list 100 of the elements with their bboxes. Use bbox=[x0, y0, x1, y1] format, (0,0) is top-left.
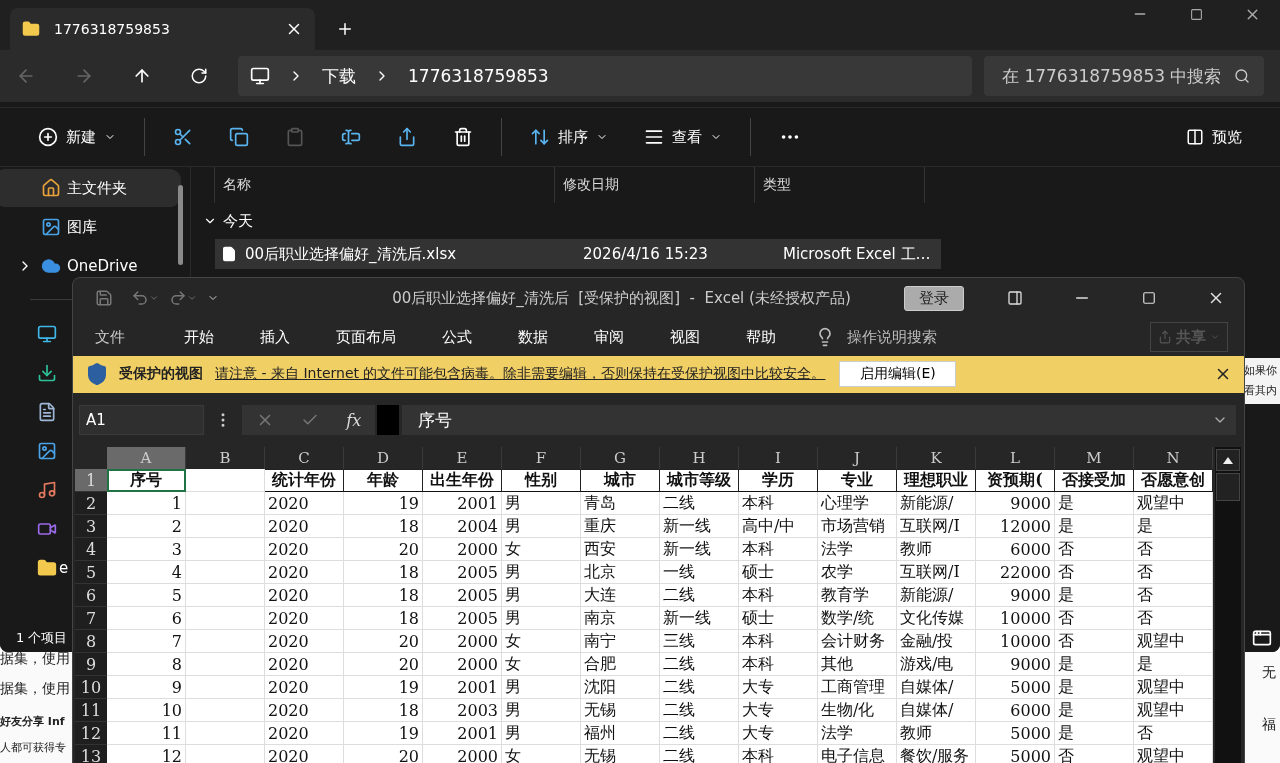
tiles-view-icon[interactable] bbox=[1252, 628, 1272, 648]
column-header[interactable]: 修改日期 bbox=[555, 167, 755, 203]
row-header[interactable]: 1 bbox=[75, 469, 107, 492]
sign-in-button[interactable]: 登录 bbox=[904, 285, 964, 311]
copy-icon[interactable] bbox=[229, 127, 249, 147]
column-header[interactable]: 类型 bbox=[755, 167, 925, 203]
table-cell: 是 bbox=[1055, 653, 1134, 676]
ribbon-tab[interactable]: 数据 bbox=[495, 327, 571, 347]
table-cell: 20 bbox=[344, 538, 423, 561]
table-cell: 大专 bbox=[739, 676, 818, 699]
header-cell: 否接受加 bbox=[1055, 469, 1134, 492]
table-cell: 新能源/ bbox=[897, 584, 976, 607]
name-box[interactable]: A1 bbox=[79, 405, 204, 436]
table-cell: 女 bbox=[502, 538, 581, 561]
ribbon-tab[interactable]: 审阅 bbox=[571, 327, 647, 347]
table-cell: 重庆 bbox=[581, 515, 660, 538]
formula-field[interactable]: 序号 bbox=[402, 405, 1236, 436]
maximize-icon[interactable] bbox=[1189, 7, 1203, 21]
ribbon-tab[interactable]: 视图 bbox=[647, 327, 723, 347]
table-cell: 19 bbox=[344, 676, 423, 699]
cut-icon[interactable] bbox=[173, 127, 193, 147]
table-cell: 南宁 bbox=[581, 630, 660, 653]
enable-editing-button[interactable]: 启用编辑(E) bbox=[839, 361, 957, 388]
sidebar-item[interactable]: OneDrive bbox=[3, 256, 172, 276]
warning-link[interactable]: 请注意 - 来自 Internet 的文件可能包含病毒。除非需要编辑，否则保持在受保护视图中比较安全。 bbox=[215, 365, 826, 384]
table-cell: 男 bbox=[502, 584, 581, 607]
group-header[interactable]: 今天 bbox=[191, 203, 1280, 239]
insert-function-button[interactable]: fx bbox=[346, 410, 362, 430]
row-header[interactable]: 4 bbox=[75, 538, 107, 561]
refresh-icon[interactable] bbox=[190, 67, 208, 85]
view-button[interactable]: 查看 bbox=[626, 117, 740, 157]
scroll-up-button[interactable] bbox=[1216, 449, 1240, 471]
row-header[interactable]: 13 bbox=[75, 745, 107, 763]
folder-tab[interactable]: 1776318759853 bbox=[10, 8, 315, 50]
table-cell: 11 bbox=[107, 722, 186, 745]
file-row[interactable]: 00后职业选择偏好_清洗后.xlsx 2026/4/16 15:23 Microsoft Excel 工… bbox=[215, 239, 941, 269]
sort-button[interactable]: 排序 bbox=[512, 117, 626, 157]
row-header[interactable]: 3 bbox=[75, 515, 107, 538]
new-button[interactable]: 新建 bbox=[20, 117, 134, 157]
table-cell: 大专 bbox=[739, 699, 818, 722]
share-icon bbox=[1158, 330, 1172, 345]
header-cell: 资预期( bbox=[976, 469, 1055, 492]
table-cell: 南京 bbox=[581, 607, 660, 630]
breadcrumb[interactable]: 下载 bbox=[322, 64, 356, 88]
table-cell: 本科 bbox=[739, 584, 818, 607]
shield-icon bbox=[85, 362, 109, 387]
table-cell: 2000 bbox=[423, 653, 502, 676]
ribbon-tab[interactable]: 公式 bbox=[419, 327, 495, 347]
row-header[interactable]: 7 bbox=[75, 607, 107, 630]
table-cell: 2020 bbox=[265, 745, 344, 763]
row-header[interactable]: 9 bbox=[75, 653, 107, 676]
table-cell: 6000 bbox=[976, 538, 1055, 561]
column-header[interactable]: 名称 bbox=[215, 167, 555, 203]
ribbon-tab[interactable]: 帮助 bbox=[723, 327, 799, 347]
tell-me-search[interactable]: 操作说明搜索 bbox=[815, 327, 937, 348]
breadcrumb[interactable]: 1776318759853 bbox=[408, 66, 549, 86]
save-icon[interactable] bbox=[95, 289, 113, 308]
search-field[interactable]: 在 1776318759853 中搜索 bbox=[984, 56, 1264, 96]
row-header[interactable]: 12 bbox=[75, 722, 107, 745]
scrollbar-thumb[interactable] bbox=[178, 185, 183, 265]
plus-icon[interactable] bbox=[336, 20, 354, 38]
table-cell: 大连 bbox=[581, 584, 660, 607]
table-cell: 二线 bbox=[660, 653, 739, 676]
address-bar[interactable]: 下载 1776318759853 bbox=[238, 56, 972, 96]
ribbon-tab[interactable]: 页面布局 bbox=[313, 327, 419, 347]
row-header[interactable]: 10 bbox=[75, 676, 107, 699]
ribbon-display-icon[interactable] bbox=[1006, 290, 1023, 307]
table-cell: 7 bbox=[107, 630, 186, 653]
table-cell: 22000 bbox=[976, 561, 1055, 584]
table-cell: 互联网/I bbox=[897, 515, 976, 538]
table-cell: 10000 bbox=[976, 630, 1055, 653]
table-cell: 观望中 bbox=[1134, 630, 1213, 653]
scrollbar-thumb[interactable] bbox=[1216, 473, 1240, 501]
table-cell: 福州 bbox=[581, 722, 660, 745]
table-cell: 2001 bbox=[423, 492, 502, 515]
table-cell: 男 bbox=[502, 607, 581, 630]
table-cell: 女 bbox=[502, 745, 581, 763]
row-header[interactable]: 11 bbox=[75, 699, 107, 722]
undo-button[interactable] bbox=[131, 289, 159, 308]
row-header[interactable]: 8 bbox=[75, 630, 107, 653]
table-cell: 女 bbox=[502, 630, 581, 653]
sidebar-item[interactable]: 图库 bbox=[3, 217, 172, 237]
table-cell: 2005 bbox=[423, 607, 502, 630]
row-header[interactable]: 5 bbox=[75, 561, 107, 584]
preview-button[interactable]: 预览 bbox=[1168, 117, 1260, 157]
sidebar-item[interactable]: e bbox=[3, 558, 71, 578]
ribbon-tab[interactable]: 开始 bbox=[161, 327, 237, 347]
page-text: 看其内 bbox=[1244, 383, 1277, 398]
table-cell: 游戏/电 bbox=[897, 653, 976, 676]
share-icon[interactable] bbox=[397, 127, 417, 147]
row-header[interactable]: 6 bbox=[75, 584, 107, 607]
trash-icon[interactable] bbox=[453, 127, 473, 147]
ribbon-tab[interactable]: 插入 bbox=[237, 327, 313, 347]
table-cell: 是 bbox=[1055, 492, 1134, 515]
rename-icon[interactable] bbox=[341, 127, 361, 147]
folder-icon bbox=[37, 558, 57, 578]
table-cell: 餐饮/服务 bbox=[897, 745, 976, 763]
redo-button[interactable] bbox=[169, 289, 197, 308]
ribbon-tab[interactable]: 文件 bbox=[95, 327, 161, 347]
row-header[interactable]: 2 bbox=[75, 492, 107, 515]
